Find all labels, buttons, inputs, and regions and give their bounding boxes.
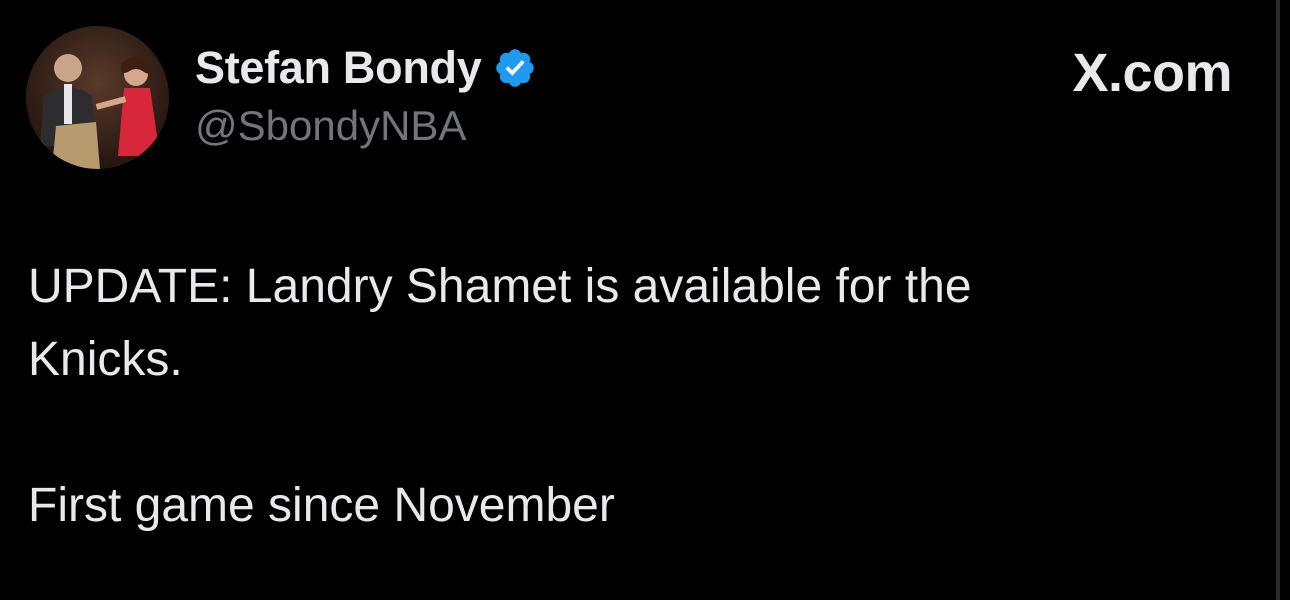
- author-name-row: Stefan Bondy: [195, 40, 537, 96]
- author-display-name[interactable]: Stefan Bondy: [195, 42, 482, 94]
- tweet-card: Stefan Bondy @SbondyNBA X.com UPDATE: La…: [0, 0, 1290, 600]
- tweet-text-line: Knicks.: [28, 333, 183, 386]
- verified-badge-icon: [496, 49, 535, 87]
- tweet-text: UPDATE: Landry Shamet is available for t…: [28, 250, 1228, 542]
- avatar-photo: [26, 26, 169, 169]
- right-edge-divider: [1276, 0, 1280, 600]
- x-logo-text: X.com: [1072, 43, 1232, 103]
- tweet-text-line: First game since November: [28, 479, 615, 532]
- tweet-text-line: UPDATE: Landry Shamet is available for t…: [28, 260, 972, 313]
- author-handle[interactable]: @SbondyNBA: [195, 102, 466, 150]
- avatar[interactable]: [26, 26, 169, 169]
